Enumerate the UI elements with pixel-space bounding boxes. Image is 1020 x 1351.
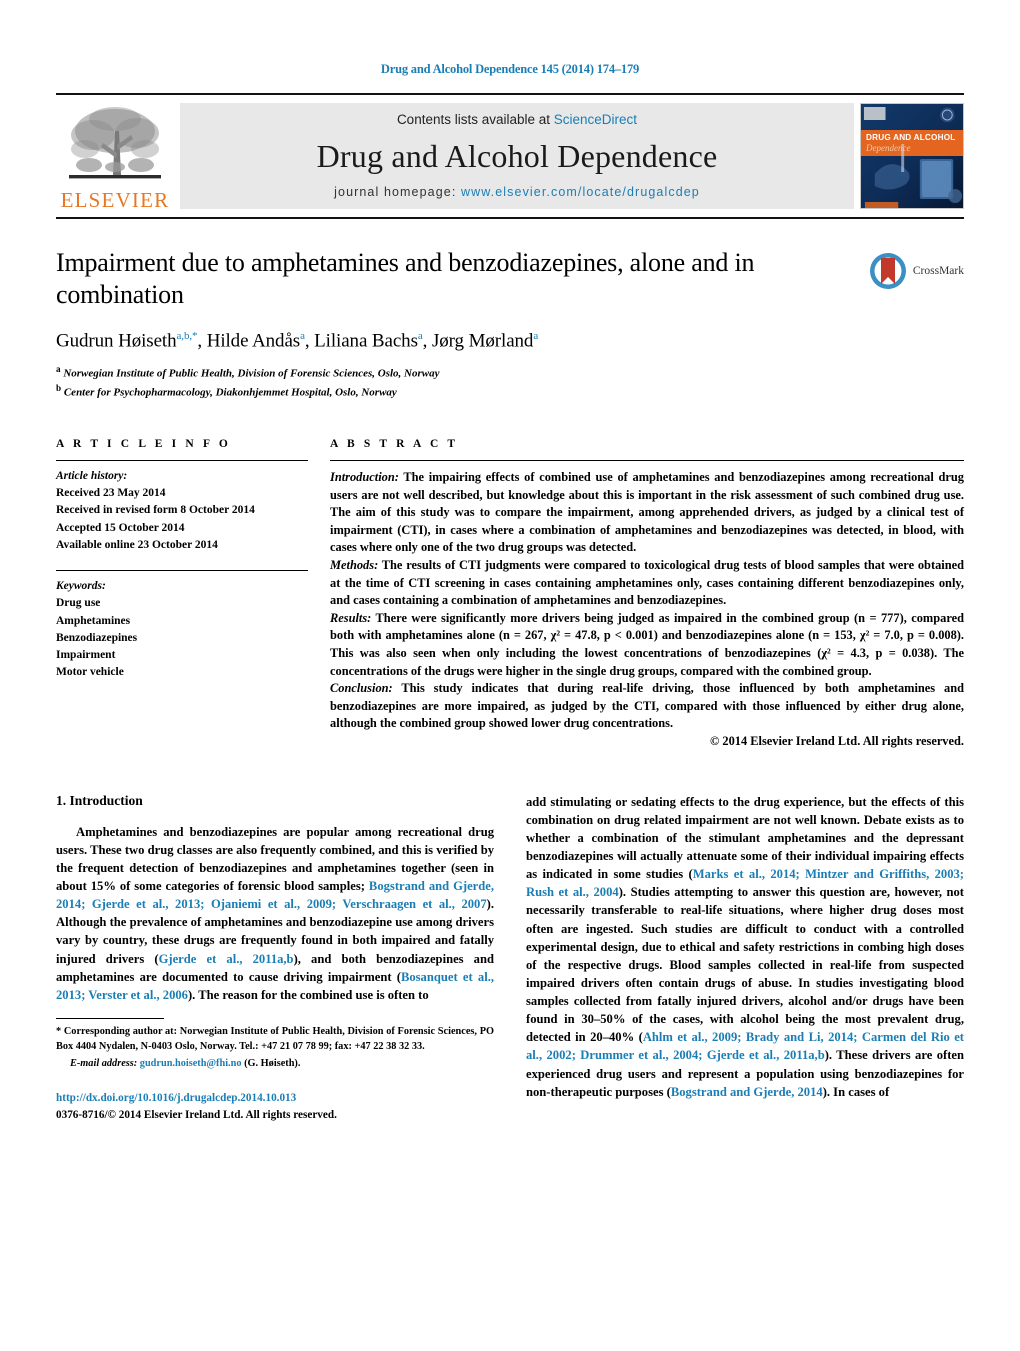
abstract-introduction-text: The impairing effects of combined use of… <box>330 469 964 555</box>
footnote-divider <box>56 1017 164 1019</box>
crossmark-label: CrossMark <box>912 265 964 277</box>
contents-list-line: Contents lists available at ScienceDirec… <box>397 112 637 127</box>
abstract-conclusion: Conclusion: This study indicates that du… <box>330 680 964 733</box>
crossmark-badge[interactable]: CrossMark <box>868 251 964 291</box>
author-affil-marker: a <box>417 330 423 343</box>
body-column-right: add stimulating or sedating effects to t… <box>526 793 964 1124</box>
abstract-introduction: Introduction: The impairing effects of c… <box>330 469 964 557</box>
page-title: Impairment due to amphetamines and benzo… <box>56 248 755 309</box>
contents-prefix: Contents lists available at <box>396 112 554 127</box>
email-link[interactable]: gudrun.hoiseth@fhi.no <box>140 1058 242 1069</box>
keyword-item: Benzodiazepines <box>56 631 138 644</box>
keyword-item: Drug use <box>56 597 101 610</box>
affiliation-b-text: Center for Psychopharmacology, Diakonhje… <box>63 387 397 400</box>
body-columns: 1. Introduction Amphetamines and benzodi… <box>56 793 964 1124</box>
homepage-prefix: journal homepage: <box>334 185 461 199</box>
article-history: Article history: Received 23 May 2014 Re… <box>56 468 308 554</box>
citation-link[interactable]: Bogstrand and Gjerde, 2014 <box>671 1085 823 1099</box>
author-affil-marker: a <box>533 330 539 343</box>
article-page: Drug and Alcohol Dependence 145 (2014) 1… <box>0 0 1020 1351</box>
abstract-methods: Methods: The results of CTI judgments we… <box>330 557 964 610</box>
history-item: Accepted 15 October 2014 <box>56 521 185 534</box>
elsevier-tree-icon <box>63 101 167 189</box>
abstract-heading: A B S T R A C T <box>330 437 459 450</box>
section-heading-introduction: 1. Introduction <box>56 792 143 808</box>
history-item: Available online 23 October 2014 <box>56 538 218 551</box>
citation-link[interactable]: Gjerde et al., 2011a,b <box>159 952 294 966</box>
affiliation-a-text: Norwegian Institute of Public Health, Di… <box>63 367 440 380</box>
divider <box>56 459 308 461</box>
keywords-list: Keywords: Drug use Amphetamines Benzodia… <box>56 578 308 682</box>
abstract-copyright: © 2014 Elsevier Ireland Ltd. All rights … <box>710 734 964 749</box>
email-line: E-mail address: gudrun.hoiseth@fhi.no (G… <box>56 1057 494 1072</box>
affiliation-b: b Center for Psychopharmacology, Diakonh… <box>56 383 397 400</box>
running-head: Drug and Alcohol Dependence 145 (2014) 1… <box>380 62 640 76</box>
article-info-column: A R T I C L E I N F O Article history: R… <box>56 438 308 751</box>
elsevier-wordmark: ELSEVIER <box>60 188 170 212</box>
author-affil-marker: a <box>300 330 305 343</box>
corresponding-author-footnote: * Corresponding author at: Norwegian Ins… <box>56 1025 494 1072</box>
intro-paragraph-right: add stimulating or sedating effects to t… <box>526 793 964 1101</box>
history-item: Received 23 May 2014 <box>56 487 166 500</box>
keyword-item: Amphetamines <box>56 614 131 627</box>
abstract-methods-label: Methods: <box>330 558 379 572</box>
intro-paragraph-left: Amphetamines and benzodiazepines are pop… <box>56 823 494 1004</box>
keyword-item: Impairment <box>56 649 116 662</box>
abstract-results-text: There were significantly more drivers be… <box>330 610 964 678</box>
abstract-introduction-label: Introduction: <box>330 469 399 484</box>
affiliation-a: a Norwegian Institute of Public Health, … <box>56 363 440 380</box>
journal-title: Drug and Alcohol Dependence <box>316 137 718 174</box>
intro-right-text-4: ). In cases of <box>822 1084 890 1099</box>
email-suffix: (G. Høiseth). <box>241 1058 301 1070</box>
intro-left-text-4: ). The reason for the combined use is of… <box>187 987 429 1002</box>
cover-title-line2: Dependence <box>866 143 911 153</box>
body-column-left: 1. Introduction Amphetamines and benzodi… <box>56 793 494 1124</box>
abstract-results: Results: There were significantly more d… <box>330 610 964 680</box>
author-list: Gudrun Høisetha,b,*, Hilde Andåsa, Lilia… <box>56 330 539 352</box>
keywords-label: Keywords: <box>56 580 106 593</box>
email-label: E-mail address: <box>70 1058 138 1070</box>
keyword-item: Motor vehicle <box>56 666 124 679</box>
journal-masthead: ELSEVIER Contents lists available at Sci… <box>56 93 964 219</box>
journal-homepage-line: journal homepage: www.elsevier.com/locat… <box>334 185 700 199</box>
abstract-results-label: Results: <box>330 610 372 625</box>
journal-cover-thumbnail: DRUG AND ALCOHOL Dependence <box>860 103 964 209</box>
divider <box>330 459 964 461</box>
intro-right-text-2: ). Studies attempting to answer this que… <box>526 885 965 1045</box>
issn-copyright-line: 0376-8716/© 2014 Elsevier Ireland Ltd. A… <box>56 1108 337 1121</box>
abstract-conclusion-text: This study indicates that during real-li… <box>330 681 964 731</box>
author-affil-marker: a,b,* <box>176 330 198 343</box>
history-item: Received in revised form 8 October 2014 <box>56 504 255 517</box>
elsevier-logo: ELSEVIER <box>56 95 174 217</box>
title-block: Impairment due to amphetamines and benzo… <box>56 247 964 402</box>
abstract-column: A B S T R A C T Introduction: The impair… <box>330 438 964 751</box>
divider <box>56 570 308 572</box>
homepage-url-link[interactable]: www.elsevier.com/locate/drugalcdep <box>461 185 700 199</box>
abstract-methods-text: The results of CTI judgments were compar… <box>330 558 964 608</box>
abstract-body: Introduction: The impairing effects of c… <box>330 469 964 751</box>
article-info-heading: A R T I C L E I N F O <box>56 437 231 450</box>
affiliations: a Norwegian Institute of Public Health, … <box>56 363 844 402</box>
corresponding-text: Corresponding author at: Norwegian Insti… <box>56 1025 494 1052</box>
doi-link[interactable]: http://dx.doi.org/10.1016/j.drugalcdep.2… <box>56 1090 494 1107</box>
article-history-label: Article history: <box>56 469 128 482</box>
sciencedirect-link[interactable]: ScienceDirect <box>554 112 637 127</box>
cover-title-line1: DRUG AND ALCOHOL <box>866 133 956 142</box>
crossmark-icon <box>869 253 906 289</box>
masthead-center: Contents lists available at ScienceDirec… <box>180 103 854 209</box>
doi-block: http://dx.doi.org/10.1016/j.drugalcdep.2… <box>56 1090 494 1124</box>
abstract-conclusion-label: Conclusion: <box>330 681 393 696</box>
info-abstract-section: A R T I C L E I N F O Article history: R… <box>56 438 964 751</box>
